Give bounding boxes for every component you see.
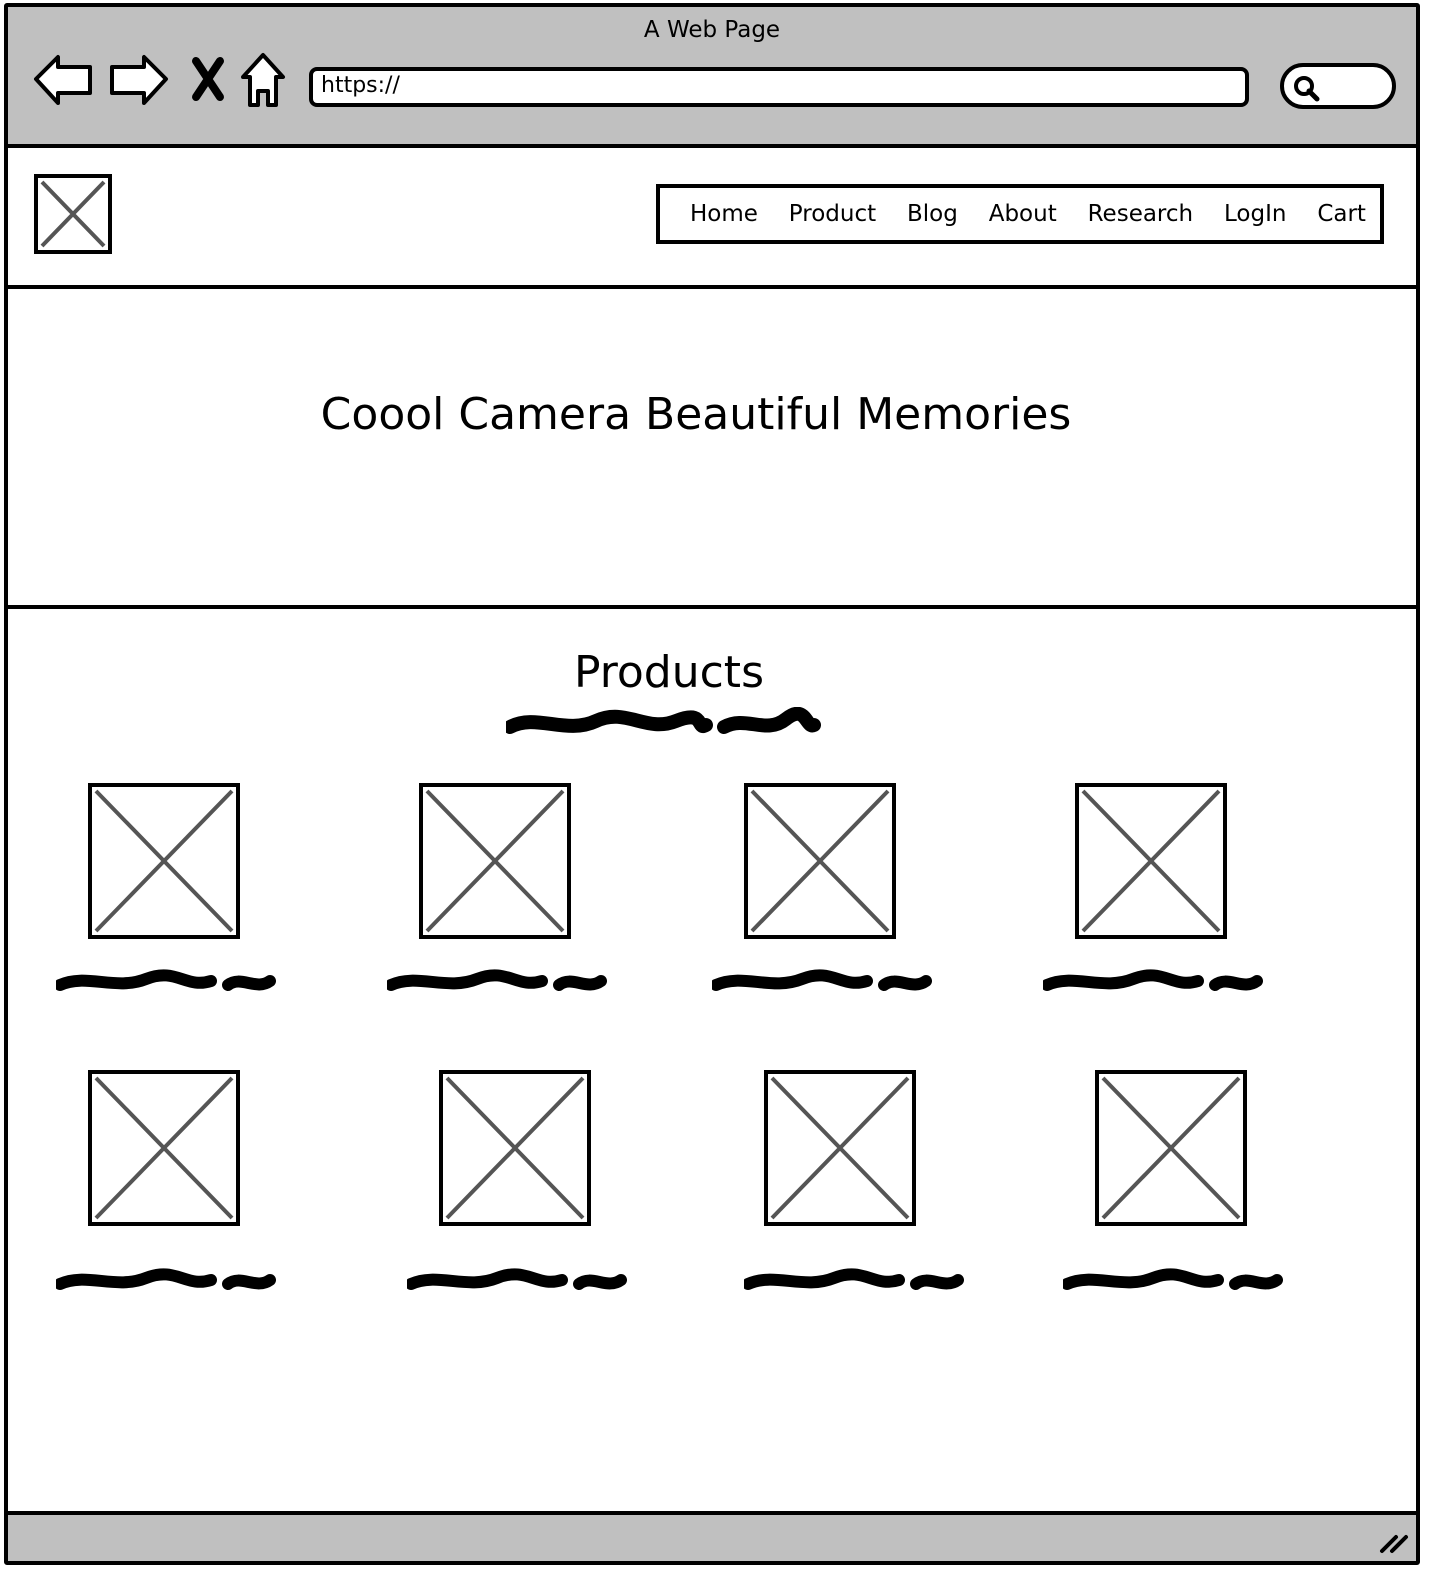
resize-grip-icon[interactable] <box>1378 1525 1410 1555</box>
nav-item-product[interactable]: Product <box>789 201 876 227</box>
nav-item-about[interactable]: About <box>989 201 1057 227</box>
site-header: Home Product Blog About Research LogIn C… <box>8 148 1416 289</box>
browser-window: A Web Page https:// Home Product Blog Ab… <box>4 3 1420 1565</box>
search-icon <box>1294 76 1320 102</box>
logo-image-placeholder[interactable] <box>34 174 112 254</box>
nav-item-research[interactable]: Research <box>1088 201 1194 227</box>
browser-nav-icons <box>32 47 288 111</box>
product-image-placeholder[interactable] <box>88 783 240 939</box>
window-title: A Web Page <box>643 17 781 43</box>
main-nav: Home Product Blog About Research LogIn C… <box>656 184 1384 244</box>
product-caption-scribble <box>744 1268 964 1290</box>
products-subtitle-scribble <box>506 707 821 734</box>
hero-banner: Coool Camera Beautiful Memories <box>8 289 1416 609</box>
nav-item-cart[interactable]: Cart <box>1317 201 1366 227</box>
close-icon[interactable] <box>190 47 226 111</box>
product-image-placeholder[interactable] <box>88 1070 240 1226</box>
product-image-placeholder[interactable] <box>439 1070 591 1226</box>
arrow-right-icon[interactable] <box>106 47 170 111</box>
product-image-placeholder[interactable] <box>1075 783 1227 939</box>
product-caption-scribble <box>1063 1268 1283 1290</box>
arrow-left-icon[interactable] <box>32 47 96 111</box>
product-caption-scribble <box>56 1268 276 1290</box>
browser-status-bar <box>8 1511 1416 1561</box>
product-caption-scribble <box>712 969 932 991</box>
product-caption-scribble <box>56 969 276 991</box>
products-title: Products <box>574 647 764 698</box>
browser-chrome: A Web Page https:// <box>8 7 1416 148</box>
product-image-placeholder[interactable] <box>744 783 896 939</box>
browser-search-field[interactable] <box>1280 63 1396 109</box>
nav-item-home[interactable]: Home <box>690 201 758 227</box>
product-image-placeholder[interactable] <box>764 1070 916 1226</box>
product-caption-scribble <box>407 1268 627 1290</box>
hero-title: Coool Camera Beautiful Memories <box>320 389 1072 440</box>
home-icon[interactable] <box>238 47 288 111</box>
product-caption-scribble <box>387 969 607 991</box>
product-caption-scribble <box>1043 969 1263 991</box>
product-image-placeholder[interactable] <box>1095 1070 1247 1226</box>
url-input[interactable]: https:// <box>309 67 1249 107</box>
nav-item-login[interactable]: LogIn <box>1224 201 1286 227</box>
product-image-placeholder[interactable] <box>419 783 571 939</box>
nav-item-blog[interactable]: Blog <box>907 201 958 227</box>
